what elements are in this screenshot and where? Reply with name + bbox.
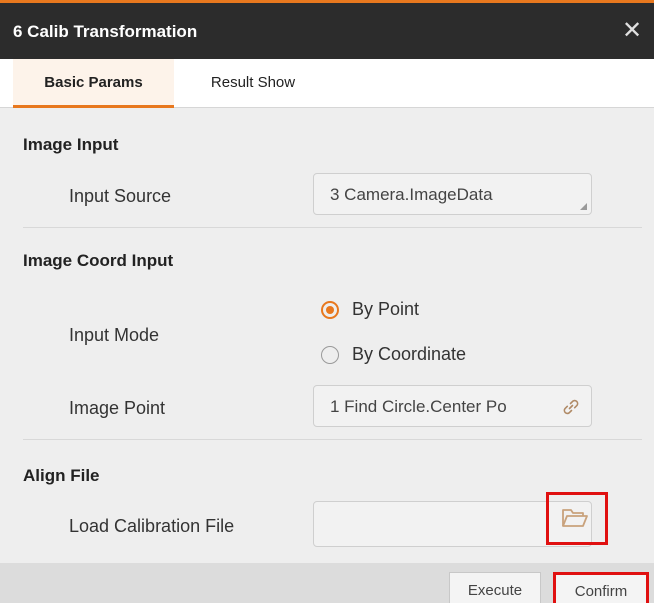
tab-result-show[interactable]: Result Show: [182, 59, 324, 107]
close-button[interactable]: ✕: [618, 17, 646, 45]
dialog-title: 6 Calib Transformation: [13, 22, 198, 41]
section-title-image-input: Image Input: [23, 135, 119, 154]
dropdown-corner-icon: [580, 203, 587, 210]
image-point-field[interactable]: 1 Find Circle.Center Po: [313, 385, 592, 427]
input-source-select[interactable]: 3 Camera.ImageData: [313, 173, 592, 215]
calib-transformation-dialog: 6 Calib Transformation ✕ Basic Params Re…: [0, 0, 654, 603]
radio-selected-icon: [321, 301, 339, 319]
image-point-label: Image Point: [69, 398, 166, 418]
link-icon[interactable]: [561, 397, 581, 417]
input-source-value: 3 Camera.ImageData: [330, 185, 493, 204]
radio-by-coordinate-label: By Coordinate: [352, 344, 467, 364]
section-title-image-coord-input: Image Coord Input: [23, 251, 174, 270]
divider: [23, 227, 642, 228]
load-calibration-file-label: Load Calibration File: [69, 516, 235, 536]
tab-basic-params[interactable]: Basic Params: [13, 59, 174, 108]
execute-button[interactable]: Execute: [449, 572, 541, 603]
radio-by-point-label: By Point: [352, 299, 420, 319]
folder-open-icon: [562, 509, 588, 527]
browse-folder-button[interactable]: [546, 492, 608, 545]
scrollbar[interactable]: [642, 108, 654, 563]
tab-bar: Basic Params Result Show: [0, 59, 654, 108]
input-source-label: Input Source: [69, 186, 172, 206]
title-bar: 6 Calib Transformation ✕: [0, 3, 654, 59]
confirm-button[interactable]: Confirm: [553, 572, 649, 603]
close-icon: ✕: [621, 17, 643, 44]
radio-unselected-icon: [321, 346, 339, 364]
divider: [23, 439, 642, 440]
section-title-align-file: Align File: [23, 466, 100, 485]
input-mode-label: Input Mode: [69, 325, 160, 345]
dialog-footer: Execute Confirm: [0, 563, 654, 603]
image-point-value: 1 Find Circle.Center Po: [330, 397, 507, 416]
